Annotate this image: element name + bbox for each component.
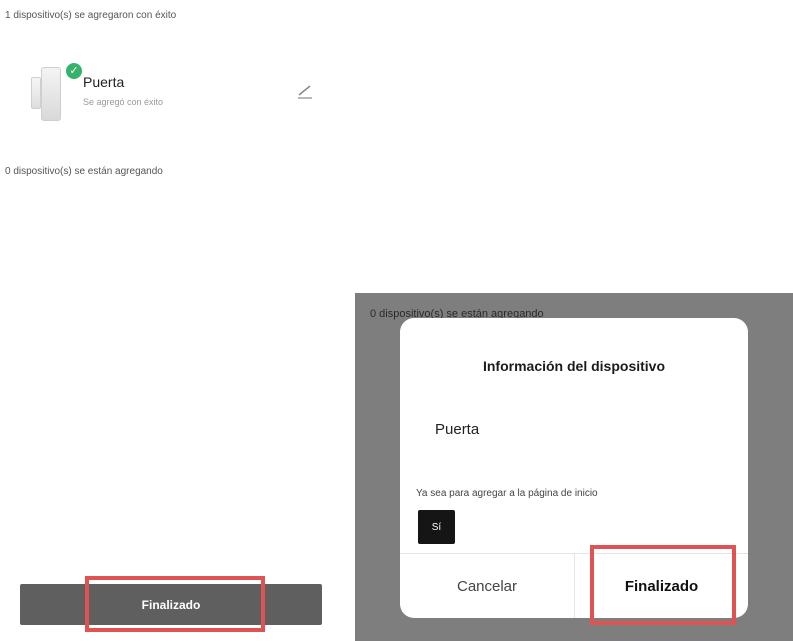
- device-status: Se agregó con éxito: [83, 97, 164, 107]
- edit-icon[interactable]: [295, 80, 315, 100]
- door-sensor-icon: ✓: [31, 63, 82, 121]
- adding-count-text: 0 dispositivo(s) se están agregando: [5, 166, 163, 177]
- cancel-button[interactable]: Cancelar: [400, 554, 574, 618]
- highlight-box: [85, 576, 265, 632]
- check-icon: ✓: [66, 63, 82, 79]
- yes-button[interactable]: Sí: [418, 510, 455, 544]
- highlight-box: [590, 545, 736, 625]
- dialog-title: Información del dispositivo: [482, 358, 666, 374]
- device-name-field[interactable]: Puerta: [435, 421, 479, 438]
- add-to-home-question: Ya sea para agregar a la página de inici…: [416, 488, 598, 499]
- added-count-text: 1 dispositivo(s) se agregaron con éxito: [5, 10, 177, 21]
- device-name: Puerta: [83, 74, 125, 90]
- device-card[interactable]: ✓ Puerta Se agregó con éxito: [25, 58, 325, 128]
